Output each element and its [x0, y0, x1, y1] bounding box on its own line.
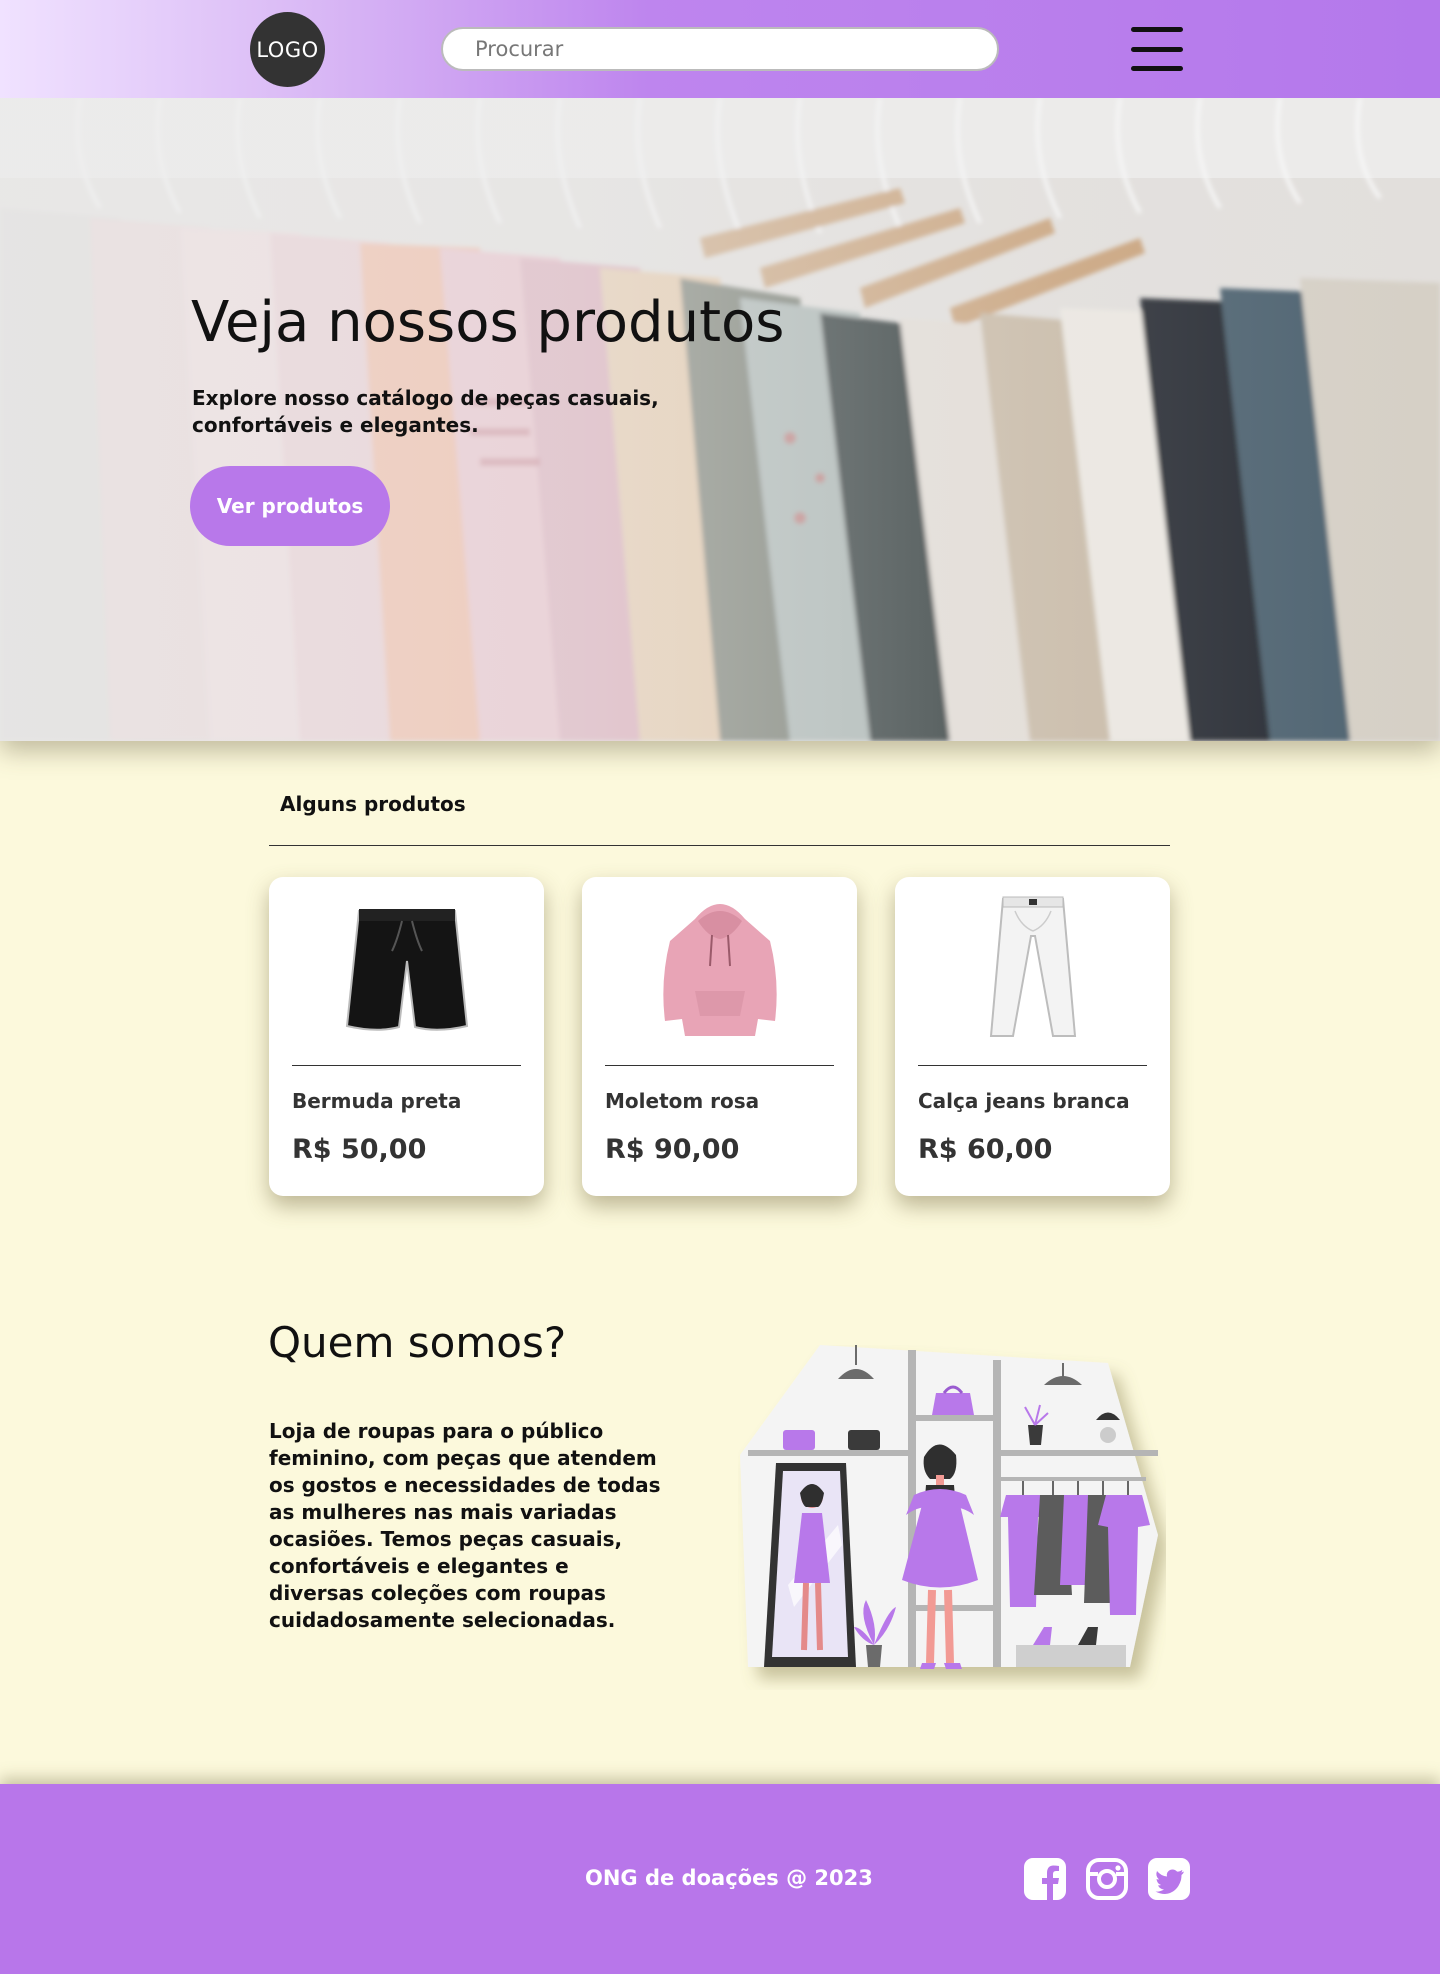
instagram-icon[interactable] [1086, 1858, 1128, 1900]
product-image-jeans [895, 891, 1170, 1041]
product-image-shorts [269, 891, 544, 1041]
card-divider [292, 1065, 521, 1066]
product-card[interactable]: Calça jeans branca R$ 60,00 [895, 877, 1170, 1196]
product-image-hoodie [582, 891, 857, 1041]
about-text: Loja de roupas para o público feminino, … [269, 1419, 661, 1632]
product-name: Bermuda preta [292, 1089, 462, 1113]
boutique-illustration [740, 1345, 1158, 1669]
product-card[interactable]: Moletom rosa R$ 90,00 [582, 877, 857, 1196]
logo[interactable]: LOGO [250, 12, 325, 87]
about-title: Quem somos? [268, 1318, 567, 1367]
card-divider [605, 1065, 834, 1066]
product-price: R$ 60,00 [918, 1134, 1053, 1165]
hamburger-menu-icon[interactable] [1131, 27, 1183, 71]
search-input[interactable] [441, 27, 999, 71]
products-divider [269, 845, 1170, 846]
product-price: R$ 90,00 [605, 1134, 740, 1165]
site-header: LOGO [0, 0, 1440, 98]
facebook-icon[interactable] [1024, 1858, 1066, 1900]
twitter-icon[interactable] [1148, 1858, 1190, 1900]
footer-text: ONG de doações @ 2023 [585, 1866, 873, 1890]
hero-banner: Veja nossos produtos Explore nosso catál… [0, 98, 1440, 741]
hero-title: Veja nossos produtos [191, 290, 785, 355]
product-name: Calça jeans branca [918, 1089, 1130, 1113]
product-name: Moletom rosa [605, 1089, 760, 1113]
product-price: R$ 50,00 [292, 1134, 427, 1165]
view-products-button[interactable]: Ver produtos [190, 466, 390, 546]
hero-subtitle: Explore nosso catálogo de peças casuais,… [192, 386, 659, 437]
products-section-label: Alguns produtos [280, 792, 466, 816]
product-card[interactable]: Bermuda preta R$ 50,00 [269, 877, 544, 1196]
site-footer: ONG de doações @ 2023 [0, 1784, 1440, 1974]
card-divider [918, 1065, 1147, 1066]
